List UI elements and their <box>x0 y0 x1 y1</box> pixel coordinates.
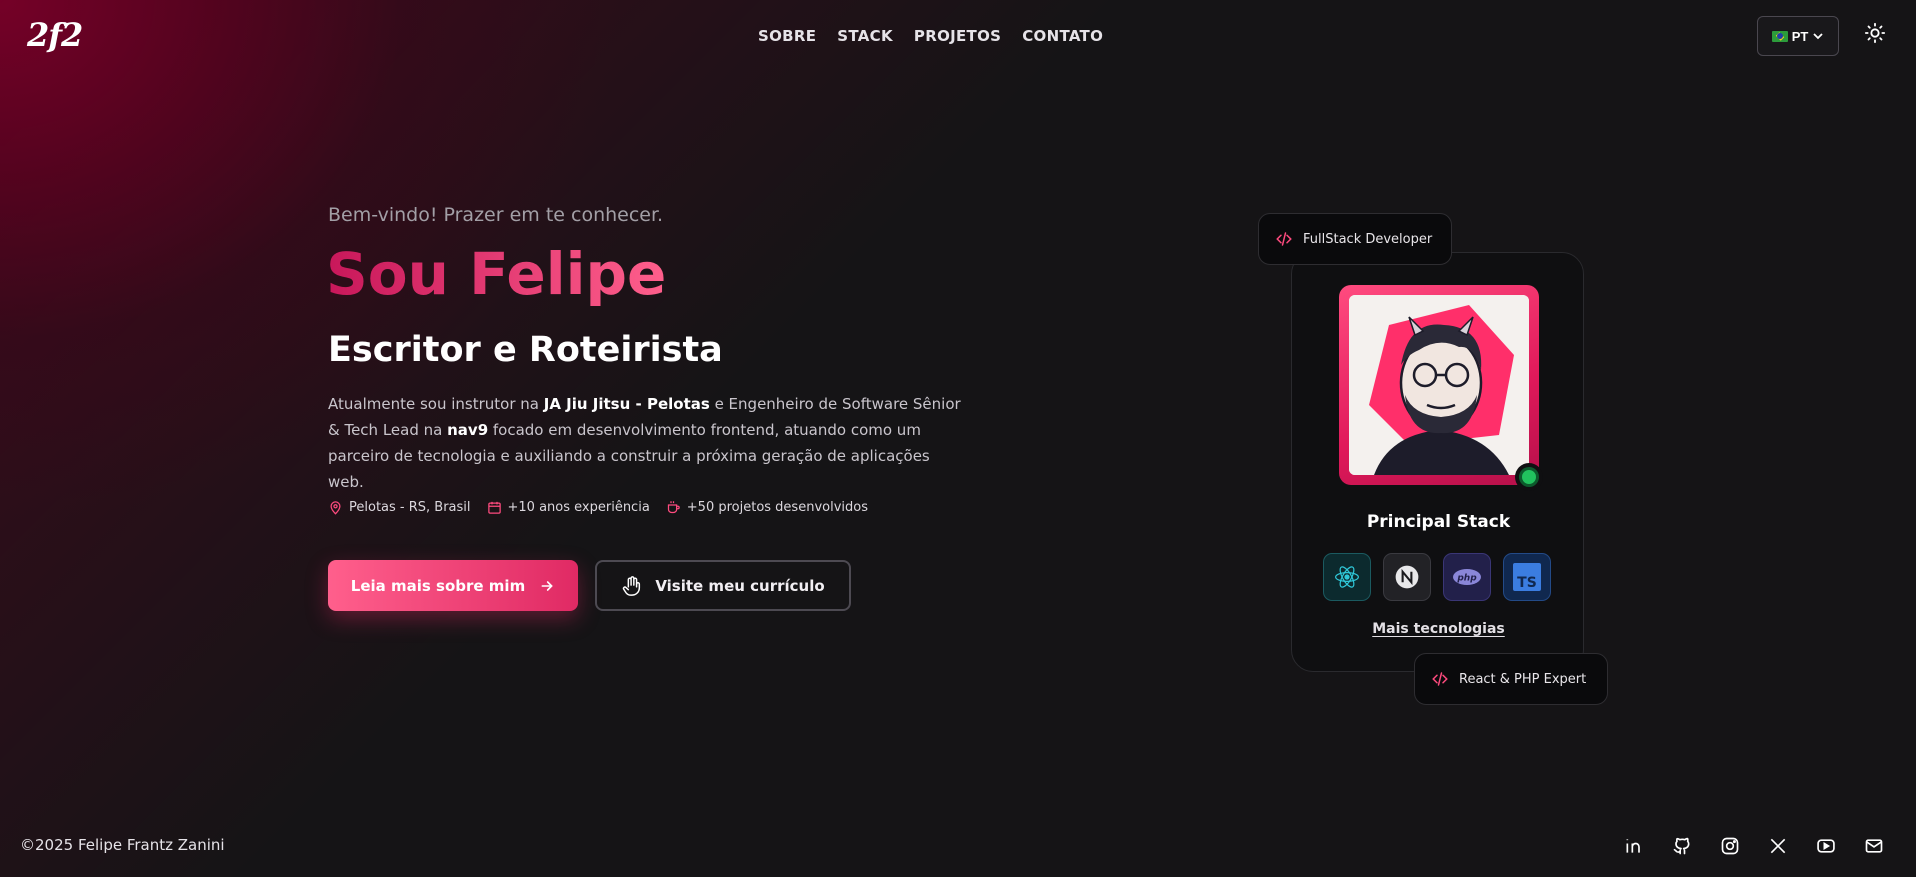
resume-button[interactable]: Visite meu currículo <box>595 560 851 611</box>
desc-highlight-jiujitsu: JA Jiu Jitsu - Pelotas <box>543 395 710 413</box>
stack-title: Principal Stack <box>1366 512 1511 532</box>
fullstack-badge-label: FullStack Developer <box>1303 231 1433 247</box>
site-logo[interactable]: 2f2 <box>27 16 83 54</box>
avatar-illustration <box>1349 295 1529 475</box>
desc-text: Atualmente sou instrutor na <box>328 395 544 413</box>
site-header: 2f2 SOBRE STACK PROJETOS CONTATO PT <box>0 0 1916 72</box>
github-icon[interactable] <box>1672 836 1692 856</box>
resume-label: Visite meu currículo <box>655 576 825 595</box>
hero-greeting: Bem-vindo! Prazer em te conhecer. <box>328 204 664 226</box>
avatar-frame <box>1339 285 1539 485</box>
more-technologies-link[interactable]: Mais tecnologias <box>1292 621 1585 637</box>
nav-link-stack[interactable]: STACK <box>837 27 893 45</box>
chevron-down-icon <box>1813 33 1823 40</box>
desc-highlight-nav9: nav9 <box>447 421 489 439</box>
code-icon <box>1432 672 1448 686</box>
read-more-label: Leia mais sobre mim <box>350 576 526 595</box>
meta-projects: +50 projetos desenvolvidos <box>666 500 868 515</box>
react-php-badge: React & PHP Expert <box>1414 653 1608 705</box>
main-nav: SOBRE STACK PROJETOS CONTATO <box>758 27 1124 45</box>
copyright-text: ©2025 Felipe Frantz Zanini <box>20 836 225 854</box>
svg-text:TS: TS <box>1517 575 1537 591</box>
php-icon[interactable]: php <box>1443 553 1491 601</box>
react-php-badge-label: React & PHP Expert <box>1459 671 1587 687</box>
nav-link-sobre[interactable]: SOBRE <box>758 27 816 45</box>
mail-icon[interactable] <box>1864 836 1884 856</box>
meta-experience: +10 anos experiência <box>487 500 650 515</box>
code-icon <box>1276 232 1292 246</box>
meta-location: Pelotas - RS, Brasil <box>328 500 471 515</box>
react-icon[interactable] <box>1323 553 1371 601</box>
language-select[interactable]: PT <box>1757 16 1839 56</box>
map-pin-icon <box>330 501 341 515</box>
svg-text:php: php <box>1456 574 1477 584</box>
nextjs-icon[interactable] <box>1383 553 1431 601</box>
profile-card: Principal Stack php TS Mais tecnologias <box>1291 252 1584 672</box>
coffee-icon <box>667 501 680 514</box>
language-label: PT <box>1791 28 1809 44</box>
meta-location-text: Pelotas - RS, Brasil <box>349 500 471 515</box>
hero-description: Atualmente sou instrutor na JA Jiu Jitsu… <box>328 391 968 495</box>
online-status-indicator <box>1515 463 1543 491</box>
hero-name: Sou Felipe <box>326 240 667 308</box>
nav-link-contato[interactable]: CONTATO <box>1022 27 1103 45</box>
hero-meta: Pelotas - RS, Brasil +10 anos experiênci… <box>328 500 868 515</box>
read-more-button[interactable]: Leia mais sobre mim <box>328 560 578 611</box>
arrow-right-icon <box>541 580 554 591</box>
stack-icons: php TS <box>1323 553 1551 601</box>
nav-link-projetos[interactable]: PROJETOS <box>914 27 1001 45</box>
fullstack-badge: FullStack Developer <box>1258 213 1452 265</box>
typescript-icon[interactable]: TS <box>1503 553 1551 601</box>
brazil-flag-icon <box>1771 30 1788 42</box>
hand-wave-icon <box>623 575 641 596</box>
avatar <box>1349 295 1529 475</box>
x-icon[interactable] <box>1768 836 1788 856</box>
youtube-icon[interactable] <box>1816 836 1836 856</box>
calendar-icon <box>487 501 501 514</box>
meta-projects-text: +50 projetos desenvolvidos <box>686 500 868 515</box>
sun-icon[interactable] <box>1864 22 1886 44</box>
hero-role: Escritor e Roteirista <box>328 330 723 370</box>
instagram-icon[interactable] <box>1720 836 1740 856</box>
meta-experience-text: +10 anos experiência <box>507 500 650 515</box>
social-links <box>1624 836 1884 856</box>
linkedin-icon[interactable] <box>1624 836 1644 856</box>
